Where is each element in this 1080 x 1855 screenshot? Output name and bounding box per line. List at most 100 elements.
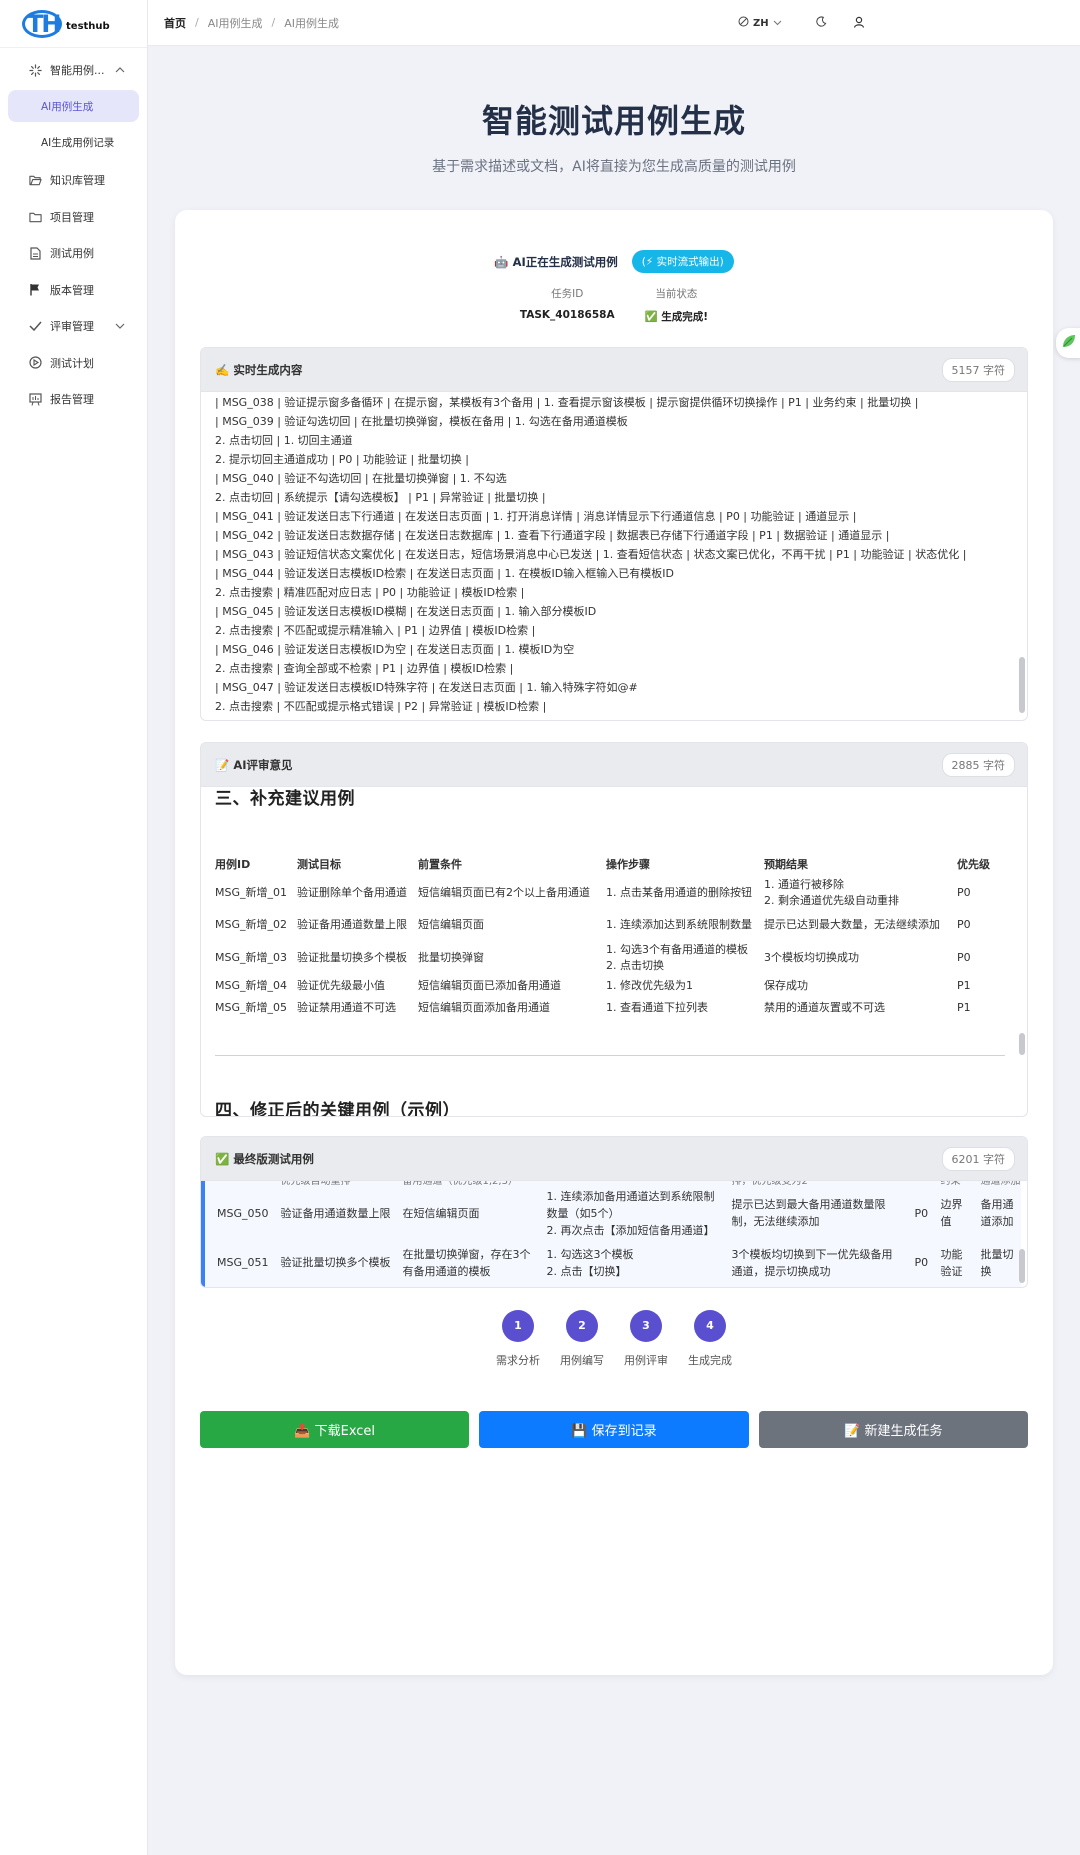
scrollbar[interactable] [1019, 657, 1025, 713]
cell-line: 1. 通道行被移除 [764, 878, 844, 891]
review-panel-title: 📝 AI评审意见 [215, 757, 293, 772]
stream-line: 2. 点击搜索 | 精准匹配对应日志 | P0 | 功能验证 | 模板ID检索 … [215, 586, 525, 599]
logo[interactable]: TH testhub [0, 0, 147, 48]
sidebar-subitem-ai-case-records[interactable]: AI生成用例记录 [8, 126, 139, 158]
final-case-table: 优先级自动重排 备用通道（优先级1,2,3） 排，优先级变为2 约束 通道添加 MSG_0… [205, 1181, 1021, 1287]
sidebar-item-projects[interactable]: 项目管理 [0, 199, 147, 235]
folder-open-icon [28, 173, 42, 187]
table-header: 预期结果 [764, 858, 808, 871]
table-row: MSG_050 验证备用通道数量上限 在短信编辑页面 1. 连续添加备用通道达到系统限… [205, 1187, 1021, 1239]
table-header: 优先级 [957, 858, 990, 871]
top-actions: ZH [738, 0, 865, 46]
table-row: MSG_051 验证批量切换多个模板 在批量切换弹窗，存在3个有备用通道的模板 1. … [205, 1239, 1021, 1286]
floating-assistant-button[interactable] [1056, 328, 1080, 358]
cell-line: 1. 点击某备用通道的删除按钮 [606, 886, 752, 899]
review-panel: 📝 AI评审意见 2885 字符 三、补充建议用例 用例ID 测试目标 前置条件… [200, 742, 1028, 1117]
table-header-row: 用例ID 测试目标 前置条件 操作步骤 预期结果 优先级 [215, 851, 997, 877]
stream-line: | MSG_046 | 验证发送日志模板ID为空 | 在发送日志页面 | 1. … [215, 643, 575, 656]
new-task-button[interactable]: 📝 新建生成任务 [758, 1411, 1028, 1448]
user-icon[interactable] [853, 16, 865, 31]
expected-cell: 保存成功 [764, 975, 957, 997]
goal-cell: 验证批量切换多个模板 [297, 951, 407, 964]
steps-cell: 1. 修改优先级为1 [606, 975, 764, 997]
stream-line: | MSG_045 | 验证发送日志模板ID模糊 | 在发送日志页面 | 1. … [215, 605, 597, 618]
char-count-badge: 5157 字符 [941, 357, 1015, 382]
breadcrumb-separator: / [271, 16, 276, 29]
steps-cell: 1. 手动修改优先级为12. 点击保存 [535, 1286, 720, 1287]
sidebar-item-test-cases[interactable]: 测试用例 [0, 235, 147, 271]
sidebar-item-versions[interactable]: 版本管理 [0, 272, 147, 308]
stream-badge: (⚡ 实时流式输出) [631, 250, 734, 273]
precondition-cell: 短信编辑页面 [418, 918, 484, 931]
cell-line: 1. 修改优先级为1 [606, 979, 693, 992]
stream-line: 2. 点击搜索 | 不匹配或提示格式错误 | P2 | 异常验证 | 模板ID检… [215, 700, 547, 713]
stream-content[interactable]: | MSG_038 | 验证提示窗多备循环 | 在提示窗，某模板有3个备用 | … [201, 392, 1027, 720]
stream-line: 2. 提示切回主通道成功 | P0 | 功能验证 | 批量切换 | [215, 453, 469, 466]
priority-cell: P0 [914, 1206, 929, 1220]
action-buttons: 📥 下载Excel 💾 保存到记录 📝 新建生成任务 [200, 1411, 1028, 1448]
language-switcher[interactable]: ZH [738, 16, 782, 30]
expected-cell: 禁用的通道灰置或不可选 [764, 997, 957, 1019]
logo-text: testhub [66, 21, 110, 32]
sidebar-item-label: 知识库管理 [50, 174, 105, 187]
breadcrumb-home[interactable]: 首页 [164, 15, 186, 31]
final-panel: ✅ 最终版测试用例 6201 字符 优先级自动重排 备用通道（优先级1,2,3）排… [200, 1136, 1028, 1288]
save-to-record-button[interactable]: 💾 保存到记录 [479, 1411, 749, 1448]
stream-line: | MSG_042 | 验证发送日志数据存储 | 在发送日志数据库 | 1. 查… [215, 529, 890, 542]
cell-line: 1. 连续添加达到系统限制数量 [606, 918, 752, 931]
review-content[interactable]: 三、补充建议用例 用例ID 测试目标 前置条件 操作步骤 预期结果 优先级 MS… [201, 787, 1027, 1116]
table-header: 用例ID [215, 858, 251, 871]
partial-cell: 备用通道（优先级1,2,3） [402, 1181, 518, 1187]
breadcrumb-current: AI用例生成 [284, 16, 339, 30]
sidebar-subitem-ai-case-gen[interactable]: AI用例生成 [8, 90, 139, 122]
sidebar-item-label: 测试计划 [50, 356, 94, 370]
cell-line: 1. 勾选3个有备用通道的模板 [606, 943, 748, 956]
cell-line: 1. 连续添加备用通道达到系统限制 [546, 1189, 715, 1203]
scrollbar[interactable] [1019, 1249, 1025, 1283]
status-heading: 🤖 AI正在生成测试用例 [494, 254, 618, 269]
sidebar-item-knowledge-base[interactable]: 知识库管理 [0, 162, 147, 198]
goal-cell: 验证优先级最小值 [297, 979, 385, 992]
goal-cell: 验证优先级最小值 [269, 1286, 391, 1287]
table-row: MSG_新增_05 验证禁用通道不可选 短信编辑页面添加备用通道 1. 查看通道下拉列… [215, 997, 997, 1019]
final-content[interactable]: 优先级自动重排 备用通道（优先级1,2,3） 排，优先级变为2 约束 通道添加 MSG_0… [201, 1181, 1027, 1287]
priority-cell: P0 [957, 886, 971, 899]
table-header: 操作步骤 [606, 858, 650, 871]
steps-cell: 1. 连续添加达到系统限制数量 [606, 909, 764, 941]
sidebar-menu: 智能用例... AI用例生成 AI生成用例记录 知识库管理 项目管理 测试用例 … [0, 48, 147, 417]
sidebar-item-smart-cases[interactable]: 智能用例... [0, 52, 147, 88]
scrollbar[interactable] [1019, 1033, 1025, 1055]
sidebar-item-reviews[interactable]: 评审管理 [0, 308, 147, 344]
module-cell: 备用通道添加 [980, 1198, 1014, 1228]
generation-card: 🤖 AI正在生成测试用例 (⚡ 实时流式输出) 任务ID TASK_401865… [175, 210, 1053, 1675]
goal-cell: 验证批量切换多个模板 [280, 1256, 391, 1269]
play-circle-icon [28, 356, 42, 370]
moon-icon[interactable] [816, 16, 827, 30]
case-id-cell: MSG_新增_03 [215, 951, 287, 964]
stream-line: | MSG_038 | 验证提示窗多备循环 | 在提示窗，某模板有3个备用 | … [215, 396, 919, 409]
suggestion-table: 用例ID 测试目标 前置条件 操作步骤 预期结果 优先级 MSG_新增_01 验证… [215, 851, 997, 1019]
sidebar: TH testhub 智能用例... AI用例生成 AI生成用例记录 知识库管理 [0, 0, 148, 1855]
char-count-badge: 2885 字符 [941, 752, 1015, 777]
goal-cell: 验证备用通道数量上限 [280, 1206, 391, 1220]
cell-line: 1. 勾选这3个模板 [546, 1247, 634, 1261]
page-subtitle: 基于需求描述或文档，AI将直接为您生成高质量的测试用例 [432, 159, 796, 175]
stream-panel-title: ✍️ 实时生成内容 [215, 362, 303, 377]
sidebar-subitem-label: AI用例生成 [41, 100, 94, 113]
type-cell: 边界值 [940, 1198, 963, 1228]
chevron-up-icon [115, 65, 125, 76]
sidebar-item-reports[interactable]: 报告管理 [0, 381, 147, 417]
sidebar-item-label: 测试用例 [50, 247, 94, 260]
char-count-badge: 6201 字符 [941, 1146, 1015, 1171]
breadcrumb: 首页 / AI用例生成 / AI用例生成 [148, 15, 339, 31]
breadcrumb-item[interactable]: AI用例生成 [208, 15, 263, 31]
document-icon [28, 246, 42, 260]
sidebar-item-test-plans[interactable]: 测试计划 [0, 345, 147, 381]
generation-status-header: 🤖 AI正在生成测试用例 (⚡ 实时流式输出) [175, 250, 1053, 273]
table-row: MSG_新增_03 验证批量切换多个模板 批量切换弹窗 1. 勾选3个有备用通道的模板… [215, 941, 997, 975]
case-id-cell: MSG_新增_05 [215, 1001, 287, 1014]
table-row: MSG_新增_01 验证删除单个备用通道 短信编辑页面已有2个以上备用通道 1. 点击… [215, 877, 997, 909]
download-excel-button[interactable]: 📥 下载Excel [200, 1411, 470, 1448]
stream-panel-header: ✍️ 实时生成内容 5157 字符 [201, 348, 1027, 392]
priority-cell: P0 [914, 1256, 929, 1269]
